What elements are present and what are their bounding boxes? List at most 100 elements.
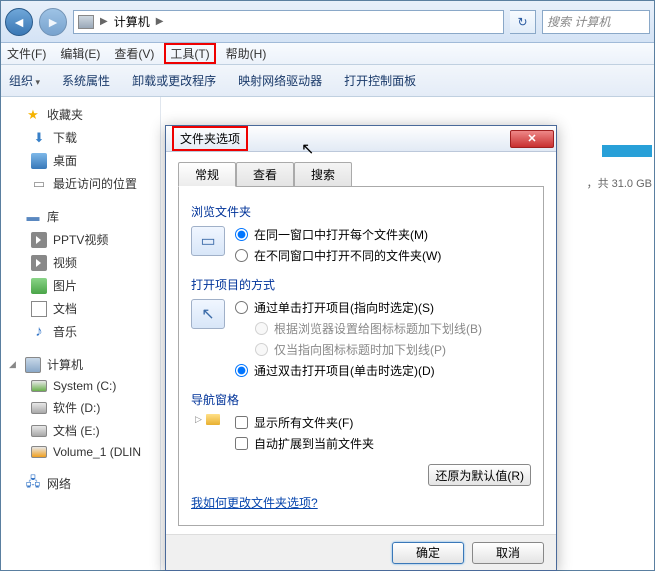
menu-file[interactable]: 文件(F) xyxy=(7,45,46,62)
help-link[interactable]: 我如何更改文件夹选项? xyxy=(191,494,318,511)
opt-single-click[interactable]: 通过单击打开项目(指向时选定)(S) xyxy=(235,299,482,316)
opt-auto-expand[interactable]: 自动扩展到当前文件夹 xyxy=(235,435,374,452)
folder-options-dialog: 文件夹选项 ✕ 常规 查看 搜索 浏览文件夹 ▭ 在同一窗口中打开每个文件夹(M… xyxy=(165,125,557,571)
menu-help[interactable]: 帮助(H) xyxy=(226,45,267,62)
disk-info-text: ，共 31.0 GB xyxy=(587,175,652,191)
opt-same-window[interactable]: 在同一窗口中打开每个文件夹(M) xyxy=(235,226,441,243)
picture-icon xyxy=(31,278,47,294)
nav-forward-button[interactable]: ► xyxy=(39,8,67,36)
search-input[interactable]: 搜索 计算机 xyxy=(542,10,650,34)
usb-drive-icon xyxy=(31,446,47,458)
dialog-buttons: 确定 取消 xyxy=(166,534,556,570)
sidebar-item-recent[interactable]: ▭最近访问的位置 xyxy=(1,172,160,195)
document-icon xyxy=(31,301,47,317)
library-icon: ▬ xyxy=(25,209,41,225)
dialog-titlebar[interactable]: 文件夹选项 ✕ xyxy=(166,126,556,152)
menu-edit[interactable]: 编辑(E) xyxy=(60,45,100,62)
computer-icon xyxy=(25,357,41,373)
browse-folders-group: 浏览文件夹 ▭ 在同一窗口中打开每个文件夹(M) 在不同窗口中打开不同的文件夹(… xyxy=(191,203,531,264)
check-show-all[interactable] xyxy=(235,416,248,429)
expand-icon[interactable]: ◢ xyxy=(9,359,19,370)
sidebar-item-downloads[interactable]: ⬇下载 xyxy=(1,126,160,149)
cancel-button[interactable]: 取消 xyxy=(472,542,544,564)
network-icon: 🖧 xyxy=(25,476,41,492)
dialog-title: 文件夹选项 xyxy=(172,126,248,151)
click-items-title: 打开项目的方式 xyxy=(191,276,531,293)
opt-double-click[interactable]: 通过双击打开项目(单击时选定)(D) xyxy=(235,362,482,379)
click-icon: ↖ xyxy=(191,299,225,329)
toolbar: 组织 系统属性 卸载或更改程序 映射网络驱动器 打开控制面板 xyxy=(1,65,654,97)
star-icon: ★ xyxy=(25,107,41,123)
sysprops-button[interactable]: 系统属性 xyxy=(62,72,110,89)
opt-show-all-folders[interactable]: 显示所有文件夹(F) xyxy=(235,414,374,431)
titlebar: ◄ ► ▶ 计算机 ▶ ↻ 搜索 计算机 xyxy=(1,1,654,43)
network-label: 网络 xyxy=(47,475,71,492)
download-icon: ⬇ xyxy=(31,130,47,146)
drive-icon xyxy=(31,425,47,437)
network-group: 🖧 网络 xyxy=(1,472,160,495)
sidebar-item-documents[interactable]: 文档 xyxy=(1,297,160,320)
sidebar-item-drive-d[interactable]: 软件 (D:) xyxy=(1,396,160,419)
menu-view[interactable]: 查看(V) xyxy=(114,45,154,62)
tab-pane-general: 浏览文件夹 ▭ 在同一窗口中打开每个文件夹(M) 在不同窗口中打开不同的文件夹(… xyxy=(178,186,544,526)
libraries-header[interactable]: ▬ 库 xyxy=(1,205,160,228)
tab-search[interactable]: 搜索 xyxy=(294,162,352,187)
radio-underline-point xyxy=(255,343,268,356)
sidebar-item-pptv[interactable]: PPTV视频 xyxy=(1,228,160,251)
video-icon xyxy=(31,255,47,271)
computer-header[interactable]: ◢ 计算机 xyxy=(1,353,160,376)
radio-single-click[interactable] xyxy=(235,301,248,314)
radio-same-window[interactable] xyxy=(235,228,248,241)
menu-tools[interactable]: 工具(T) xyxy=(164,43,215,64)
address-location[interactable]: 计算机 xyxy=(114,13,150,30)
sidebar-item-drive-c[interactable]: System (C:) xyxy=(1,376,160,396)
nav-pane-title: 导航窗格 xyxy=(191,391,531,408)
breadcrumb-sep-icon: ▶ xyxy=(156,16,164,27)
address-bar[interactable]: ▶ 计算机 ▶ xyxy=(73,10,504,34)
radio-own-window[interactable] xyxy=(235,249,248,262)
tree-icon: ▷ xyxy=(195,414,225,425)
libraries-label: 库 xyxy=(47,208,59,225)
sidebar-item-drive-e[interactable]: 文档 (E:) xyxy=(1,419,160,442)
spacer: ▷ xyxy=(191,414,225,425)
sidebar-item-pictures[interactable]: 图片 xyxy=(1,274,160,297)
tab-view[interactable]: 查看 xyxy=(236,162,294,187)
check-auto-expand[interactable] xyxy=(235,437,248,450)
refresh-button[interactable]: ↻ xyxy=(510,10,536,34)
restore-defaults-button[interactable]: 还原为默认值(R) xyxy=(428,464,531,486)
sidebar-item-videos[interactable]: 视频 xyxy=(1,251,160,274)
opt-underline-browser: 根据浏览器设置给图标标题加下划线(B) xyxy=(255,320,482,337)
close-button[interactable]: ✕ xyxy=(510,130,554,148)
computer-label: 计算机 xyxy=(47,356,83,373)
menubar: 文件(F) 编辑(E) 查看(V) 工具(T) 帮助(H) xyxy=(1,43,654,65)
mapdrive-button[interactable]: 映射网络驱动器 xyxy=(238,72,322,89)
libraries-group: ▬ 库 PPTV视频 视频 图片 文档 ♪音乐 xyxy=(1,205,160,343)
explorer-window: ◄ ► ▶ 计算机 ▶ ↻ 搜索 计算机 文件(F) 编辑(E) 查看(V) 工… xyxy=(0,0,655,571)
drive-icon xyxy=(31,380,47,392)
sidebar-item-drive-usb[interactable]: Volume_1 (DLIN xyxy=(1,442,160,462)
ok-button[interactable]: 确定 xyxy=(392,542,464,564)
organize-button[interactable]: 组织 xyxy=(9,72,40,89)
nav-pane-group: 导航窗格 ▷ 显示所有文件夹(F) 自动扩展到当前文件夹 xyxy=(191,391,531,452)
computer-icon xyxy=(78,15,94,29)
tab-general[interactable]: 常规 xyxy=(178,162,236,187)
sidebar-item-desktop[interactable]: 桌面 xyxy=(1,149,160,172)
nav-pane: ★ 收藏夹 ⬇下载 桌面 ▭最近访问的位置 ▬ 库 PPTV视频 视频 图片 文… xyxy=(1,97,161,570)
browse-icon: ▭ xyxy=(191,226,225,256)
opt-own-window[interactable]: 在不同窗口中打开不同的文件夹(W) xyxy=(235,247,441,264)
network-header[interactable]: 🖧 网络 xyxy=(1,472,160,495)
click-items-group: 打开项目的方式 ↖ 通过单击打开项目(指向时选定)(S) 根据浏览器设置给图标标… xyxy=(191,276,531,379)
nav-back-button[interactable]: ◄ xyxy=(5,8,33,36)
favorites-group: ★ 收藏夹 ⬇下载 桌面 ▭最近访问的位置 xyxy=(1,103,160,195)
uninstall-button[interactable]: 卸载或更改程序 xyxy=(132,72,216,89)
desktop-icon xyxy=(31,153,47,169)
recent-icon: ▭ xyxy=(31,176,47,192)
radio-underline-browser xyxy=(255,322,268,335)
radio-double-click[interactable] xyxy=(235,364,248,377)
computer-group: ◢ 计算机 System (C:) 软件 (D:) 文档 (E:) Volume… xyxy=(1,353,160,462)
sidebar-item-music[interactable]: ♪音乐 xyxy=(1,320,160,343)
dialog-body: 常规 查看 搜索 浏览文件夹 ▭ 在同一窗口中打开每个文件夹(M) 在不同窗口中… xyxy=(166,152,556,534)
favorites-header[interactable]: ★ 收藏夹 xyxy=(1,103,160,126)
controlpanel-button[interactable]: 打开控制面板 xyxy=(344,72,416,89)
favorites-label: 收藏夹 xyxy=(47,106,83,123)
